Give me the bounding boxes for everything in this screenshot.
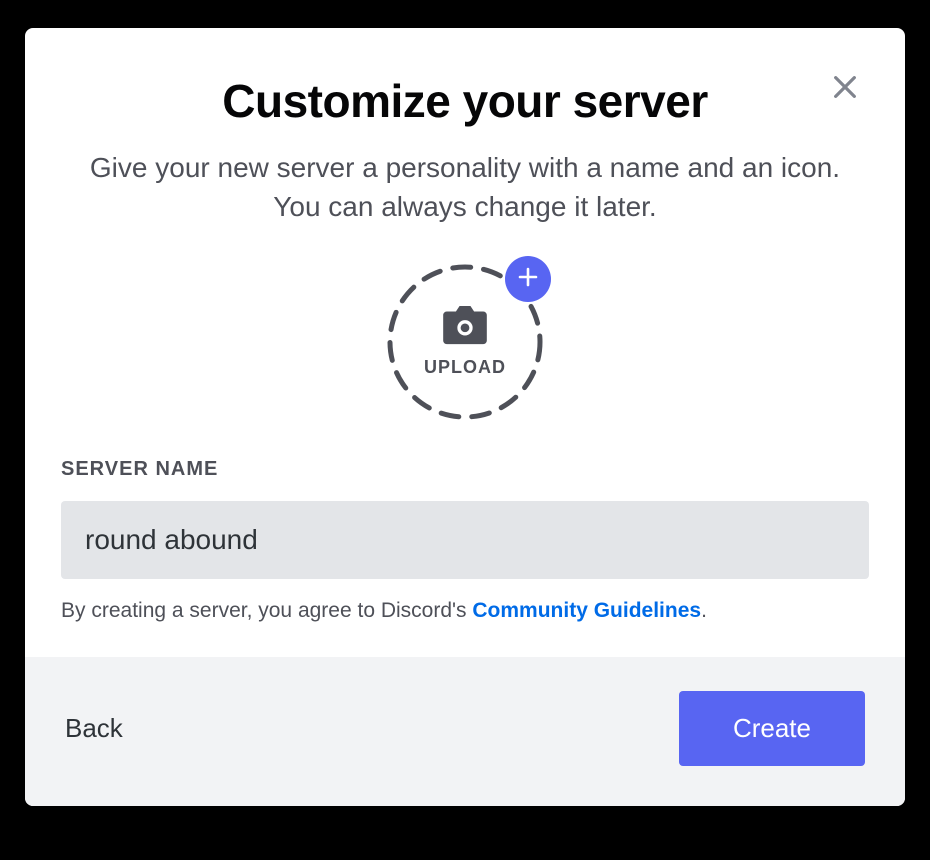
- upload-inner: UPLOAD: [424, 306, 506, 378]
- legal-prefix: By creating a server, you agree to Disco…: [61, 599, 472, 622]
- legal-text: By creating a server, you agree to Disco…: [61, 599, 869, 623]
- camera-icon: [443, 306, 487, 346]
- create-server-modal: Customize your server Give your new serv…: [25, 28, 905, 806]
- upload-icon-button[interactable]: UPLOAD: [387, 264, 543, 420]
- upload-label: UPLOAD: [424, 357, 506, 378]
- close-icon: [829, 71, 861, 106]
- close-button[interactable]: [825, 68, 865, 108]
- modal-backdrop: Customize your server Give your new serv…: [0, 0, 930, 860]
- back-button[interactable]: Back: [65, 703, 123, 754]
- form-section: SERVER NAME By creating a server, you ag…: [25, 458, 905, 657]
- server-name-input[interactable]: [61, 501, 869, 579]
- modal-subtitle: Give your new server a personality with …: [80, 148, 850, 226]
- create-button[interactable]: Create: [679, 691, 865, 766]
- server-name-label: SERVER NAME: [61, 458, 869, 481]
- plus-icon: [516, 265, 540, 294]
- plus-badge: [505, 256, 551, 302]
- legal-suffix: .: [701, 599, 707, 622]
- community-guidelines-link[interactable]: Community Guidelines: [472, 599, 701, 622]
- modal-title: Customize your server: [65, 74, 865, 128]
- modal-header: Customize your server Give your new serv…: [25, 28, 905, 226]
- modal-footer: Back Create: [25, 657, 905, 806]
